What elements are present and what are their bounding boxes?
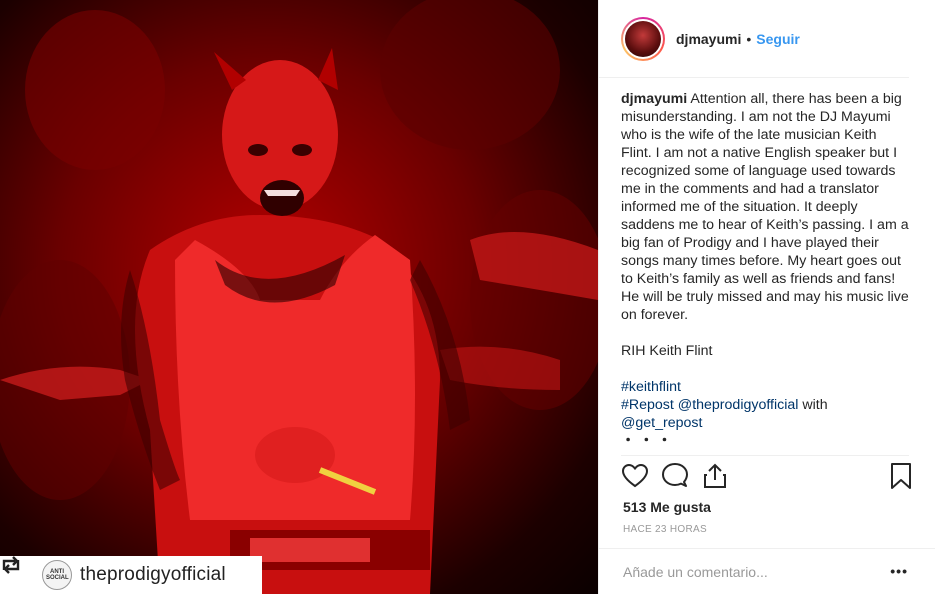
post-photo[interactable]: ANTI SOCIAL theprodigyofficial	[0, 0, 598, 594]
caption-more-dots: ・・・	[621, 433, 676, 449]
post-timestamp: HACE 23 HORAS	[623, 524, 707, 535]
comment-input[interactable]	[623, 563, 873, 580]
repost-with-text: with	[802, 397, 828, 413]
caption-username[interactable]: djmayumi	[621, 91, 687, 107]
repost-credit-bar[interactable]: ANTI SOCIAL theprodigyofficial	[0, 556, 262, 594]
share-icon[interactable]	[701, 462, 729, 490]
caption-text: Attention all, there has been a big misu…	[621, 91, 909, 323]
comment-bar: •••	[599, 548, 935, 594]
bookmark-icon[interactable]	[887, 462, 915, 490]
photo-illustration	[0, 0, 598, 594]
caption-rih: RIH Keith Flint	[621, 343, 713, 359]
caption-divider	[621, 455, 909, 456]
hashtag-repost[interactable]: #Repost	[621, 397, 674, 413]
post-actions	[619, 462, 915, 492]
mention-theprodigyofficial[interactable]: @theprodigyofficial	[678, 397, 799, 413]
repost-avatar: ANTI SOCIAL	[42, 560, 72, 590]
post-side-panel: djmayumi • Seguir djmayumi Attention all…	[598, 0, 935, 594]
separator-dot: •	[746, 30, 752, 47]
more-options-button[interactable]: •••	[890, 563, 908, 579]
hashtag-keithflint[interactable]: #keithflint	[621, 379, 681, 395]
comment-icon[interactable]	[661, 462, 689, 490]
mention-get-repost[interactable]: @get_repost	[621, 415, 702, 431]
likes-count[interactable]: 513 Me gusta	[623, 499, 711, 515]
repost-icon	[2, 556, 34, 585]
author-username[interactable]: djmayumi	[676, 31, 741, 47]
post-header: djmayumi • Seguir	[599, 0, 909, 78]
repost-username: theprodigyofficial	[80, 564, 226, 585]
repost-avatar-text: ANTI SOCIAL	[46, 569, 69, 581]
author-avatar[interactable]	[621, 16, 665, 61]
heart-icon[interactable]	[621, 462, 649, 490]
follow-button[interactable]: Seguir	[756, 31, 800, 47]
post-caption: djmayumi Attention all, there has been a…	[621, 90, 911, 454]
